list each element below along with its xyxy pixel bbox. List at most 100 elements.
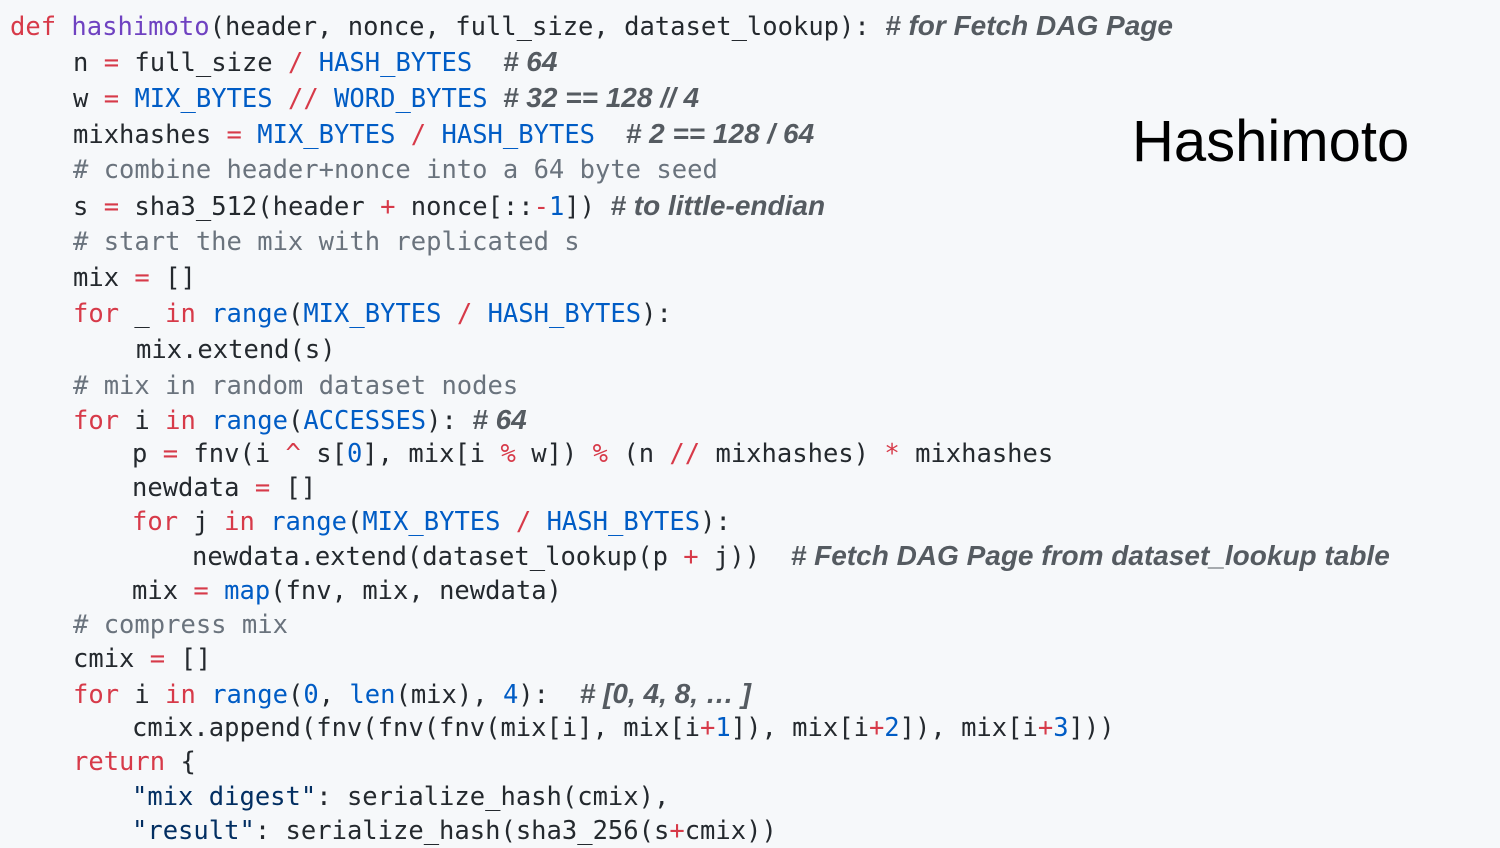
- code-text: ]), mix[i: [730, 713, 869, 743]
- constant: range: [211, 406, 288, 436]
- constant: HASH_BYTES: [441, 120, 596, 150]
- code-text: sha3_512(header: [119, 192, 381, 222]
- code-text: (mix),: [395, 680, 503, 710]
- operator: //: [669, 439, 701, 469]
- operator: *: [884, 439, 900, 469]
- operator: /: [456, 299, 473, 329]
- code-text: cmix: [73, 644, 150, 674]
- annotation: # for Fetch DAG Page: [885, 10, 1173, 41]
- constant: 0: [303, 680, 319, 710]
- comment: # compress mix: [73, 610, 288, 640]
- code-text: i: [119, 680, 166, 710]
- constant: HASH_BYTES: [487, 299, 642, 329]
- comment: # combine header+nonce into a 64 byte se…: [73, 155, 718, 185]
- constant: MIX_BYTES: [303, 299, 442, 329]
- constant: MIX_BYTES: [257, 120, 396, 150]
- code-line: mix.extend(s): [136, 333, 336, 367]
- annotation: # 32 == 128 // 4: [502, 82, 700, 113]
- code-text: (: [346, 507, 363, 537]
- code-text: fnv(i: [178, 439, 286, 469]
- code-line: # start the mix with replicated s: [73, 225, 580, 259]
- operator: %: [592, 439, 608, 469]
- code-text: full_size: [119, 48, 288, 78]
- keyword: for: [73, 299, 120, 329]
- code-text: mixhashes: [899, 439, 1054, 469]
- keyword: for: [73, 406, 120, 436]
- code-text: (: [287, 299, 304, 329]
- code-line: mix = []: [73, 261, 196, 295]
- code-line: p = fnv(i ^ s[0], mix[i % w]) % (n // mi…: [132, 437, 1053, 471]
- operator: //: [287, 84, 319, 114]
- operator: /: [287, 48, 304, 78]
- operator: =: [193, 576, 209, 606]
- code-text: []: [165, 644, 212, 674]
- code-line: for i in range(ACCESSES): # 64: [73, 403, 527, 437]
- code-text: mixhashes: [73, 120, 227, 150]
- code-text: cmix.append(fnv(fnv(fnv(mix[i], mix[i: [132, 713, 701, 743]
- code-text: w]): [515, 439, 593, 469]
- operator: =: [226, 120, 242, 150]
- code-text: nonce[::: [395, 192, 534, 222]
- code-text: (fnv, mix, newdata): [270, 576, 562, 606]
- constant: MIX_BYTES: [134, 84, 273, 114]
- annotation: # [0, 4, 8, … ]: [579, 678, 751, 709]
- code-line: for j in range(MIX_BYTES / HASH_BYTES):: [132, 505, 731, 539]
- constant: range: [211, 680, 288, 710]
- operator: %: [500, 439, 516, 469]
- constant: 0: [346, 439, 363, 469]
- constant: HASH_BYTES: [318, 48, 473, 78]
- annotation: # 64: [472, 404, 527, 435]
- annotation: # 2 == 128 / 64: [625, 118, 815, 149]
- comment: # mix in random dataset nodes: [73, 371, 519, 401]
- operator: =: [254, 473, 271, 503]
- code-text: cmix)): [684, 816, 777, 846]
- code-line: newdata = []: [132, 471, 316, 505]
- constant: 1: [548, 192, 565, 222]
- code-text: ])): [1068, 713, 1115, 743]
- code-line: cmix = []: [73, 642, 211, 676]
- operator: =: [149, 644, 166, 674]
- code-text: ):: [700, 507, 731, 537]
- code-line: for _ in range(MIX_BYTES / HASH_BYTES):: [73, 297, 672, 331]
- code-text: (n: [607, 439, 670, 469]
- code-text: _: [119, 299, 166, 329]
- slide-title: Hashimoto: [1132, 109, 1410, 174]
- constant: range: [270, 507, 347, 537]
- keyword: in: [165, 299, 196, 329]
- operator: +: [683, 542, 699, 572]
- code-text: mix.extend(s): [136, 335, 336, 365]
- code-text: ], mix[i: [362, 439, 501, 469]
- constant: 4: [502, 680, 519, 710]
- code-text: n: [73, 48, 104, 78]
- code-text: []: [149, 263, 196, 293]
- string: "mix digest": [132, 782, 317, 812]
- constant: 3: [1053, 713, 1069, 743]
- keyword: in: [165, 406, 196, 436]
- code-line: w = MIX_BYTES // WORD_BYTES # 32 == 128 …: [73, 81, 699, 115]
- code-text: w: [73, 84, 104, 114]
- code-text: s[: [300, 439, 347, 469]
- code-text: mix: [132, 576, 194, 606]
- code-text: newdata.extend(dataset_lookup(p: [192, 542, 684, 572]
- code-text: []: [270, 473, 317, 503]
- operator: +: [700, 713, 716, 743]
- code-text: (: [287, 680, 304, 710]
- code-line: cmix.append(fnv(fnv(fnv(mix[i], mix[i+1]…: [132, 711, 1115, 745]
- code-text: ):: [518, 680, 580, 710]
- code-text: : serialize_hash(sha3_256(s: [254, 816, 670, 846]
- string: "result": [132, 816, 255, 846]
- code-text: ):: [641, 299, 672, 329]
- code-text: ,: [318, 680, 350, 710]
